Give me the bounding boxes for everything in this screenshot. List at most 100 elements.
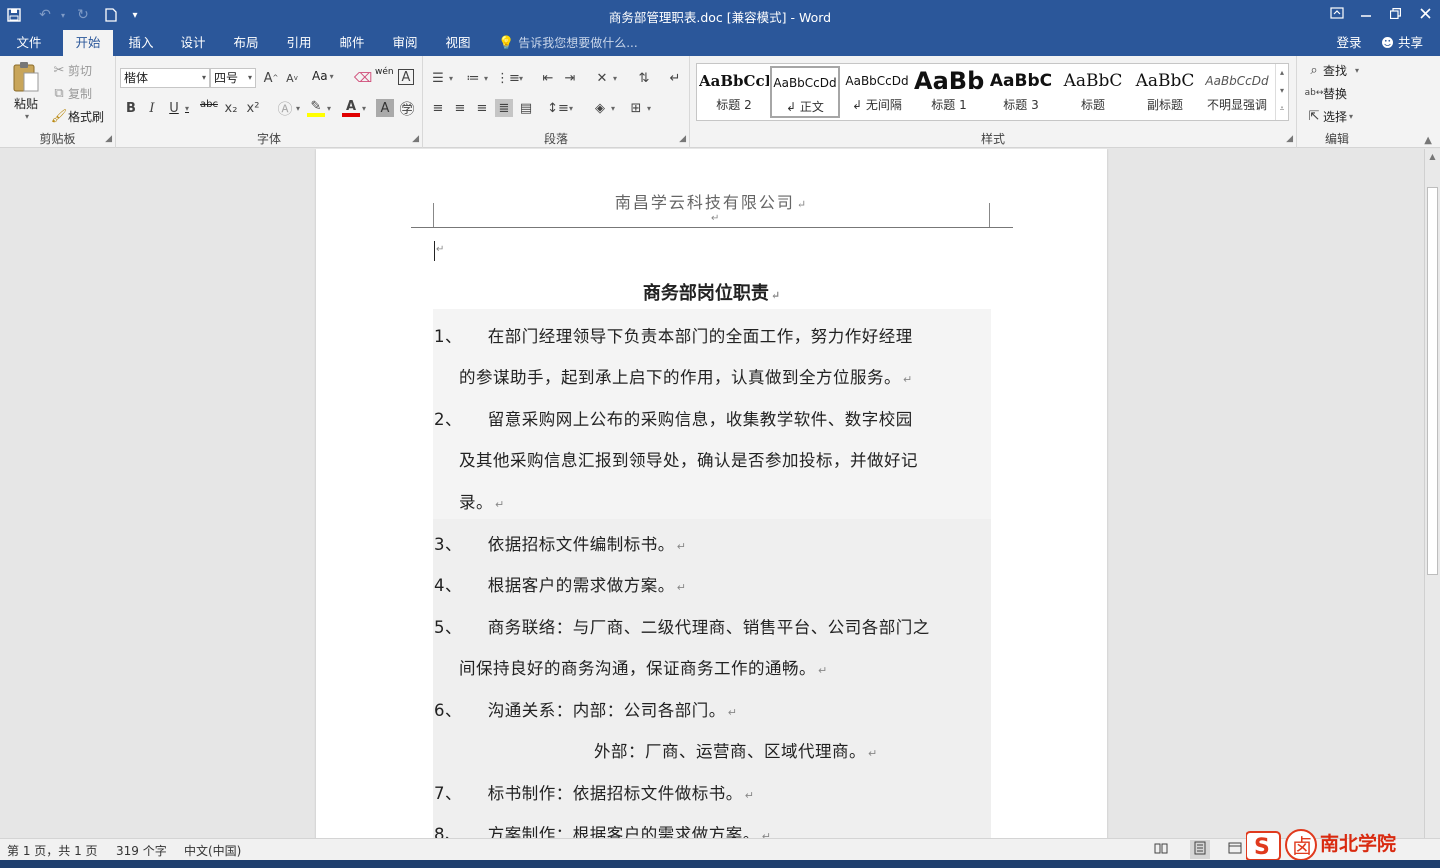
doc-line[interactable]: 的参谋助手，起到承上启下的作用，认真做到全方位服务。 ↵ [459,364,913,388]
justify-button[interactable]: ≣ [495,99,513,117]
align-right-button[interactable]: ≡ [473,99,491,117]
subscript-button[interactable]: x₂ [222,99,240,117]
sign-in-link[interactable]: 登录 [1330,30,1368,56]
style-normal[interactable]: AaBbCcDd ↲ 正文 [770,66,840,118]
tab-file[interactable]: 文件 [6,30,52,56]
doc-line[interactable]: 7、 标书制作：依据招标文件做标书。 ↵ [434,780,754,804]
tab-review[interactable]: 审阅 [382,30,428,56]
minimize-icon[interactable] [1351,0,1381,26]
decrease-indent-button[interactable]: ⇤ [539,69,557,87]
tell-me-box[interactable]: 💡 告诉我您想要做什么... [498,30,638,56]
font-launcher-icon[interactable]: ◢ [412,134,419,144]
style-heading-1[interactable]: AaBb 标题 1 [914,66,984,118]
web-layout-icon[interactable] [1228,841,1242,858]
styles-launcher-icon[interactable]: ◢ [1286,134,1293,144]
cut-button[interactable]: ✂ 剪切 [50,61,92,79]
highlight-button[interactable]: ✎ ▾ [307,99,331,117]
character-shading-button[interactable]: A [376,99,394,117]
doc-line[interactable]: 及其他采购信息汇报到领导处，确认是否参加投标，并做好记 [459,447,918,471]
read-mode-icon[interactable] [1154,841,1168,858]
multilevel-list-button[interactable]: ⋮≡ ▾ [496,69,523,87]
increase-indent-button[interactable]: ⇥ [561,69,579,87]
gallery-down-icon[interactable]: ▾ [1276,82,1288,100]
paste-button[interactable]: 粘贴 ▾ [8,61,44,121]
text-effects-button[interactable]: Ⓐ ▾ [276,99,300,118]
print-layout-icon[interactable] [1190,840,1210,859]
style-heading-2[interactable]: AaBbCcI 标题 2 [699,66,769,118]
tab-insert[interactable]: 插入 [118,30,164,56]
gallery-more-icon[interactable]: ⩡ [1276,100,1288,118]
clear-formatting-button[interactable]: ⌫ [354,69,372,87]
tab-home[interactable]: 开始 [63,30,113,56]
doc-line[interactable]: 间保持良好的商务沟通，保证商务工作的通畅。 ↵ [459,655,828,679]
doc-line[interactable]: 6、 沟通关系：内部：公司各部门。 ↵ [434,697,737,721]
underline-button[interactable]: U ▾ [165,99,189,117]
tab-references[interactable]: 引用 [276,30,322,56]
tab-layout[interactable]: 布局 [223,30,269,56]
enclose-characters-button[interactable]: ㊫ [398,99,416,118]
show-marks-button[interactable]: ↵ [666,69,684,87]
distributed-button[interactable]: ▤ [517,99,535,117]
style-heading-3[interactable]: AaBbC 标题 3 [986,66,1056,118]
gallery-up-icon[interactable]: ▴ [1276,64,1288,82]
borders-button[interactable]: ⊞ ▾ [627,99,651,117]
tab-design[interactable]: 设计 [170,30,216,56]
style-title[interactable]: AaBbC 标题 [1058,66,1128,118]
tab-mailings[interactable]: 邮件 [329,30,375,56]
scrollbar-thumb[interactable] [1427,187,1438,575]
tab-view[interactable]: 视图 [435,30,481,56]
grow-font-button[interactable]: A ^ [262,69,280,87]
doc-line[interactable]: 录。 ↵ [459,489,505,513]
italic-button[interactable]: I [143,99,161,117]
gallery-scrollbar[interactable]: ▴ ▾ ⩡ [1275,64,1288,120]
doc-line[interactable]: 4、 根据客户的需求做方案。 ↵ [434,572,686,596]
sort-button[interactable]: ⇅ [635,69,653,87]
language-indicator[interactable]: 中文(中国) [184,842,241,859]
copy-button[interactable]: ⧉ 复制 [50,84,92,102]
align-left-button[interactable]: ≡ [429,99,447,117]
doc-line[interactable]: 外部：厂商、运营商、区域代理商。 ↵ [594,738,878,762]
clipboard-launcher-icon[interactable]: ◢ [105,134,112,144]
change-case-button[interactable]: Aa ▾ [312,69,334,83]
collapse-ribbon-icon[interactable]: ▲ [1424,135,1432,146]
share-button[interactable]: ☻ 共享 [1374,30,1430,56]
restore-icon[interactable] [1380,0,1410,26]
strikethrough-button[interactable]: abc [200,99,218,110]
character-border-button[interactable]: A [398,69,414,85]
superscript-button[interactable]: x² [244,99,262,117]
shrink-font-button[interactable]: Av [283,69,301,87]
style-no-spacing[interactable]: AaBbCcDd ↲ 无间隔 [842,66,912,118]
close-icon[interactable] [1410,0,1440,26]
line-spacing-button[interactable]: ↕≡ ▾ [547,99,573,117]
bold-button[interactable]: B [122,99,140,117]
style-subtle-emphasis[interactable]: AaBbCcDd 不明显强调 [1202,66,1272,118]
align-center-button[interactable]: ≡ [451,99,469,117]
font-color-button[interactable]: A ▾ [342,99,366,117]
paragraph-launcher-icon[interactable]: ◢ [679,134,686,144]
phonetic-guide-button[interactable]: wén [375,67,394,77]
vertical-scrollbar[interactable]: ▲ [1424,149,1440,838]
font-name-combobox[interactable]: 楷体 ▾ [120,68,210,88]
bullets-button[interactable]: ☰ ▾ [429,69,453,87]
replace-button[interactable]: ab↔ 替换 [1305,84,1347,102]
scroll-up-icon[interactable]: ▲ [1425,152,1440,166]
document-page[interactable]: 南昌学云科技有限公司 ↵ ↵ ↵ 商务部岗位职责 ↵ 1、 在部门经理领导下负责本部… [316,149,1107,838]
doc-line[interactable]: 8、 方案制作：根据客户的需求做方案。 ↵ [434,821,771,838]
page-header[interactable]: 南昌学云科技有限公司 ↵ [316,189,1107,213]
shading-button[interactable]: ◈ ▾ [591,99,615,117]
doc-line[interactable]: 1、 在部门经理领导下负责本部门的全面工作，努力作好经理 [434,323,913,347]
doc-line[interactable]: 3、 依据招标文件编制标书。 ↵ [434,531,686,555]
word-count[interactable]: 319 个字 [116,842,167,859]
numbering-button[interactable]: ≔ ▾ [464,69,489,87]
ribbon-display-options-icon[interactable] [1322,0,1352,26]
page-count[interactable]: 第 1 页，共 1 页 [7,842,98,859]
format-painter-button[interactable]: 🖌 格式刷 [50,107,104,125]
select-button[interactable]: ⇱ 选择 ▾ [1305,107,1353,125]
document-title[interactable]: 商务部岗位职责 ↵ [316,279,1107,305]
find-button[interactable]: ⌕ 查找 ▾ [1305,61,1359,79]
doc-line[interactable]: 2、 留意采购网上公布的采购信息，收集教学软件、数字校园 [434,406,913,430]
style-subtitle[interactable]: AaBbC 副标题 [1130,66,1200,118]
font-size-combobox[interactable]: 四号 ▾ [210,68,256,88]
doc-line[interactable]: 5、 商务联络：与厂商、二级代理商、销售平台、公司各部门之 [434,614,930,638]
chinese-layout-button[interactable]: ✕ ▾ [593,69,617,87]
